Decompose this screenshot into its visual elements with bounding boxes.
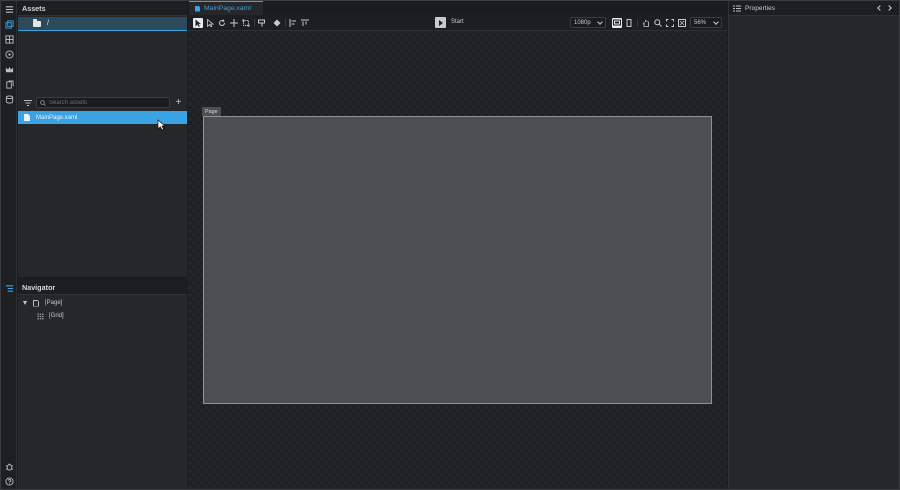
- grid-icon: [37, 312, 44, 320]
- crown-icon[interactable]: [4, 64, 14, 74]
- properties-panel: Properties: [728, 1, 899, 489]
- transform-tool-icon[interactable]: [241, 18, 251, 28]
- search-box: [36, 97, 170, 108]
- filter-icon[interactable]: [24, 99, 32, 107]
- direct-select-icon[interactable]: [205, 18, 215, 28]
- hand-tool-icon[interactable]: [641, 18, 651, 28]
- align-top-icon[interactable]: [300, 18, 310, 28]
- paint-tool-icon[interactable]: [257, 18, 267, 28]
- rotate-tool-icon[interactable]: [217, 18, 227, 28]
- properties-header: Properties: [729, 1, 899, 16]
- mobile-view-icon[interactable]: [624, 18, 634, 28]
- design-canvas[interactable]: MainPage.xaml Start 1080p 56% Page: [188, 1, 727, 489]
- chevron-left-icon[interactable]: [877, 5, 883, 11]
- chevron-down-icon: [597, 19, 603, 25]
- search-icon: [40, 99, 46, 106]
- page-icon: [33, 299, 39, 307]
- tree-item-page[interactable]: [Page]: [23, 298, 62, 308]
- menu-icon[interactable]: [4, 4, 14, 14]
- zoom-icon[interactable]: [653, 18, 663, 28]
- actual-size-icon[interactable]: [677, 18, 687, 28]
- toolbar-divider: [254, 19, 255, 27]
- editor-toolbar: Start 1080p 56%: [188, 15, 727, 31]
- start-label[interactable]: Start: [451, 19, 464, 25]
- tab-mainpage[interactable]: MainPage.xaml: [189, 1, 263, 15]
- page-artboard[interactable]: [203, 116, 712, 404]
- asset-file-label: MainPage.xaml: [36, 114, 78, 121]
- help-icon[interactable]: [4, 476, 14, 486]
- navigator-header: Navigator: [18, 280, 187, 295]
- zoom-value: 56%: [694, 19, 707, 26]
- bug-icon[interactable]: [4, 461, 14, 471]
- fit-screen-icon[interactable]: [665, 18, 675, 28]
- assets-title: Assets: [22, 3, 46, 13]
- navigator-icon[interactable]: [4, 283, 14, 293]
- chevron-right-icon[interactable]: [886, 5, 892, 11]
- xaml-file-icon: [195, 5, 200, 12]
- tree-item-label: [Grid]: [49, 313, 64, 319]
- assets-panel: Assets / + MainPage.xaml: [18, 1, 187, 277]
- tab-label: MainPage.xaml: [204, 5, 251, 12]
- expand-icon[interactable]: [23, 301, 27, 305]
- align-left-icon[interactable]: [288, 18, 298, 28]
- database-icon[interactable]: [4, 94, 14, 104]
- palette-icon[interactable]: [4, 49, 14, 59]
- resolution-value: 1080p: [574, 19, 591, 26]
- brush-tool-icon[interactable]: [272, 18, 282, 28]
- folder-icon: [33, 19, 41, 27]
- mouse-cursor-icon: [157, 119, 166, 131]
- desktop-view-icon[interactable]: [612, 18, 622, 28]
- add-asset-button[interactable]: +: [174, 98, 183, 108]
- select-tool-icon[interactable]: [193, 18, 203, 28]
- activity-rail: [1, 1, 17, 489]
- properties-icon: [733, 5, 741, 11]
- toolbar-divider: [285, 19, 286, 27]
- tree-item-label: [Page]: [45, 300, 63, 306]
- resolution-select[interactable]: 1080p: [570, 17, 606, 28]
- layout-icon[interactable]: [4, 34, 14, 44]
- start-button[interactable]: [435, 17, 446, 28]
- assets-icon[interactable]: [4, 19, 14, 29]
- toolbar-divider: [637, 19, 638, 27]
- tree-item-grid[interactable]: [Grid]: [37, 311, 64, 321]
- folder-label: /: [47, 20, 49, 27]
- navigator-panel: Navigator [Page] [Grid]: [18, 280, 187, 489]
- root-folder-row[interactable]: /: [18, 17, 187, 31]
- search-input[interactable]: [49, 99, 159, 106]
- xaml-file-icon: [24, 114, 30, 121]
- assets-search-bar: +: [18, 95, 187, 111]
- tab-bar: MainPage.xaml: [188, 1, 727, 15]
- pages-icon[interactable]: [4, 79, 14, 89]
- zoom-select[interactable]: 56%: [690, 17, 722, 28]
- move-tool-icon[interactable]: [229, 18, 239, 28]
- chevron-down-icon: [713, 19, 719, 25]
- page-tag[interactable]: Page: [202, 107, 221, 116]
- navigator-title: Navigator: [22, 282, 56, 292]
- properties-title: Properties: [745, 4, 776, 12]
- assets-header: Assets: [18, 1, 187, 16]
